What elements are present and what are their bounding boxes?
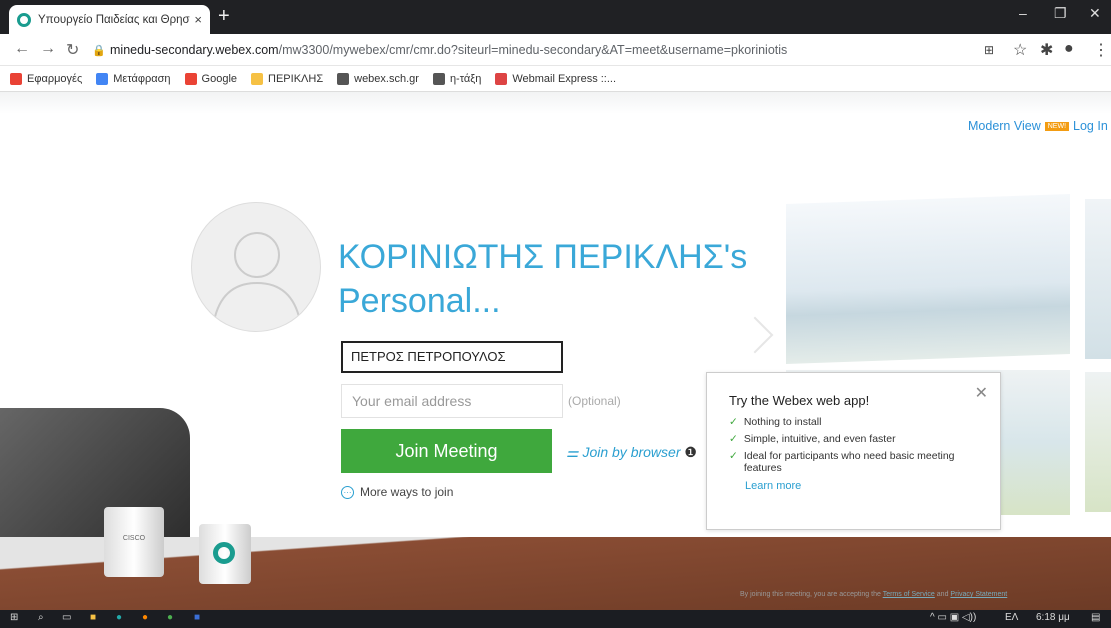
email-input[interactable]: Your email address — [341, 384, 563, 418]
search-icon[interactable]: ⌕ — [38, 612, 44, 623]
browser-tab-bar: Υπουργείο Παιδείας και Θρησκε × + – ❐ ✕ — [0, 0, 1111, 34]
bookmark-label: η-τάξη — [449, 72, 482, 85]
person-icon — [213, 232, 301, 322]
bookmark-icon — [495, 72, 508, 85]
windows-start-icon[interactable]: ⊞ — [10, 612, 18, 623]
bookmark-icon — [184, 72, 197, 85]
log-in-link[interactable]: Log In — [1073, 119, 1108, 133]
bookmark-icon — [432, 72, 445, 85]
address-bar-row: ← → ↻ 🔒 minedu-secondary.webex.com/mw330… — [0, 34, 1111, 66]
popup-title: Try the Webex web app! — [729, 393, 870, 408]
popup-item: ✓ Simple, intuitive, and even faster — [729, 433, 896, 445]
file-explorer-icon[interactable]: ■ — [90, 612, 96, 623]
window-close-icon[interactable]: ✕ — [1089, 5, 1101, 22]
language-indicator[interactable]: ΕΛ — [1005, 612, 1018, 623]
bookmark-item[interactable]: ΠΕΡΙΚΛΗΣ — [251, 72, 324, 85]
webex-mug-image — [199, 524, 251, 584]
browser-lines-icon: ⚌ — [566, 444, 583, 460]
check-icon: ✓ — [729, 450, 738, 462]
bookmark-label: Εφαρμογές — [27, 72, 83, 85]
new-badge: NEW! — [1044, 122, 1070, 132]
header-links: Modern View NEW! Log In — [968, 119, 1108, 133]
bookmark-label: Μετάφραση — [113, 72, 171, 85]
webex-page: Modern View NEW! Log In ΚΟΡΙΝΙΩΤΗΣ ΠΕΡΙΚΛΗ… — [0, 92, 1111, 610]
bookmark-item[interactable]: webex.sch.gr — [337, 72, 419, 85]
city-skyline-image — [786, 194, 1070, 364]
firefox-icon[interactable]: ● — [142, 612, 148, 623]
url-field[interactable]: minedu-secondary.webex.com/mw3300/mywebe… — [110, 43, 787, 57]
minimize-icon[interactable]: – — [1019, 5, 1027, 21]
join-meeting-button[interactable]: Join Meeting — [341, 429, 552, 473]
bookmark-item[interactable]: η-τάξη — [432, 72, 482, 85]
landscape-image-2 — [1085, 372, 1111, 512]
back-icon[interactable]: ← — [14, 40, 30, 58]
bookmarks-bar: Εφαρμογές Μετάφραση Google ΠΕΡΙΚΛΗΣ webex.sc… — [0, 66, 1111, 92]
join-by-browser-link[interactable]: ⚌ Join by browser ❶ — [566, 444, 697, 461]
bookmark-item[interactable]: Google — [184, 72, 238, 85]
next-image — [1085, 199, 1111, 359]
menu-icon[interactable]: ⋮ — [1093, 40, 1109, 60]
cisco-mug-image: CISCO — [104, 507, 164, 577]
avatar — [191, 202, 321, 332]
forward-icon[interactable]: → — [40, 40, 56, 58]
bookmark-icon — [10, 72, 22, 85]
modern-view-link[interactable]: Modern View — [968, 119, 1041, 133]
popup-item: ✓ Ideal for participants who need basic m… — [729, 450, 955, 474]
lock-icon: 🔒 — [92, 45, 106, 57]
legal-notice: By joining this meeting, you are accepti… — [740, 591, 1008, 598]
notifications-icon[interactable]: ▤ — [1091, 612, 1100, 623]
name-input[interactable]: ΠΕΤΡΟΣ ΠΕΤΡΟΠΟΥΛΟΣ — [341, 341, 563, 373]
edge-icon[interactable]: ● — [116, 612, 122, 623]
popup-close-icon[interactable]: ✕ — [975, 383, 988, 403]
ellipsis-circle-icon: ··· — [341, 485, 354, 499]
chrome-icon[interactable]: ● — [167, 612, 173, 623]
meeting-room-title: ΚΟΡΙΝΙΩΤΗΣ ΠΕΡΙΚΛΗΣ's Personal... — [338, 238, 748, 320]
bookmark-icon — [251, 72, 264, 85]
bookmark-icon — [96, 72, 109, 85]
profile-icon[interactable]: ● — [1064, 40, 1074, 58]
bookmark-item[interactable]: Μετάφραση — [96, 72, 171, 85]
check-icon: ✓ — [729, 433, 738, 445]
check-icon: ✓ — [729, 416, 738, 428]
tab-close-icon[interactable]: × — [194, 12, 202, 27]
info-icon[interactable]: ❶ — [681, 444, 697, 460]
learn-more-link[interactable]: Learn more — [745, 480, 982, 492]
extensions-icon[interactable]: ✱ — [1040, 40, 1053, 60]
popup-item: ✓ Nothing to install — [729, 416, 822, 428]
word-icon[interactable]: ■ — [194, 612, 200, 623]
star-icon[interactable]: ☆ — [1013, 40, 1027, 60]
tray-icons[interactable]: ^ ▭ ▣ ◁)) — [930, 612, 976, 623]
restore-icon[interactable]: ❐ — [1054, 5, 1067, 22]
clock[interactable]: 6:18 μμ — [1036, 612, 1070, 623]
browser-tab[interactable]: Υπουργείο Παιδείας και Θρησκε × — [9, 5, 210, 34]
privacy-link[interactable]: Privacy Statement — [950, 591, 1007, 598]
web-app-popup: ✕ Try the Webex web app! ✓ Nothing to ins… — [706, 372, 1001, 530]
more-ways-link[interactable]: ··· More ways to join — [341, 485, 453, 499]
webex-favicon-icon — [17, 12, 31, 27]
windows-taskbar: ⊞ ⌕ ▭ ■ ● ● ● ■ ^ ▭ ▣ ◁)) ΕΛ 6:18 μμ ▤ — [0, 610, 1111, 628]
webex-logo-icon — [213, 542, 235, 564]
tab-title: Υπουργείο Παιδείας και Θρησκε — [38, 13, 191, 26]
bookmark-label: Google — [201, 72, 238, 85]
bookmark-icon — [337, 72, 350, 85]
translate-icon[interactable]: ⊞ — [984, 43, 994, 57]
optional-label: (Optional) — [568, 394, 621, 408]
terms-link[interactable]: Terms of Service — [883, 591, 935, 598]
desk-image — [0, 537, 1111, 610]
bookmark-label: Webmail Express ::... — [512, 72, 617, 85]
task-view-icon[interactable]: ▭ — [62, 612, 71, 623]
bookmark-label: ΠΕΡΙΚΛΗΣ — [268, 72, 324, 85]
bookmark-label: webex.sch.gr — [354, 72, 419, 85]
bookmark-item[interactable]: Εφαρμογές — [10, 72, 83, 85]
new-tab-button[interactable]: + — [218, 6, 230, 26]
reload-icon[interactable]: ↻ — [66, 40, 79, 60]
top-gradient — [0, 92, 1111, 114]
bookmark-item[interactable]: Webmail Express ::... — [495, 72, 617, 85]
